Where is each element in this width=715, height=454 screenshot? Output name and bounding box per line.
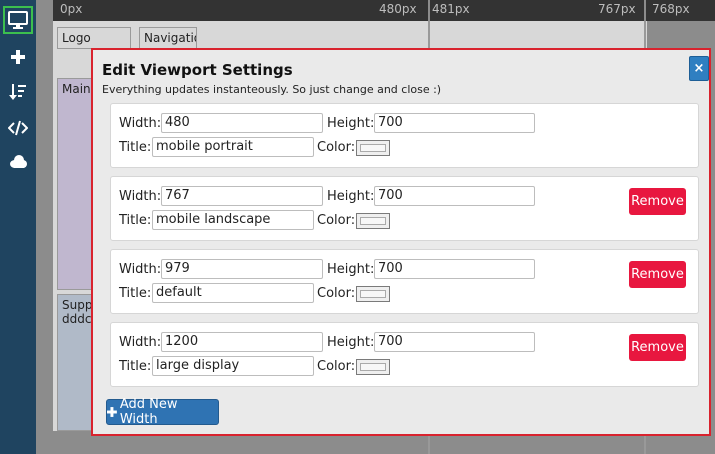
ruler-label: 0px — [60, 2, 83, 16]
title-label: Title: — [119, 140, 152, 155]
ruler-label: 480px — [379, 2, 417, 16]
ruler-segment-3: 768px — [646, 0, 715, 21]
color-label: Color: — [317, 140, 356, 155]
remove-button[interactable]: Remove — [629, 261, 686, 288]
logo-block[interactable]: Logo — [57, 27, 131, 49]
height-label: Height: — [327, 116, 375, 131]
code-icon — [8, 120, 28, 136]
plus-icon — [107, 407, 117, 417]
width-input[interactable]: 767 — [161, 186, 323, 206]
viewport-settings-button[interactable] — [3, 6, 33, 34]
viewport-card: Width: 480 Height: 700 Title: mobile por… — [110, 103, 699, 168]
remove-button[interactable]: Remove — [629, 334, 686, 361]
title-input[interactable]: default — [152, 283, 314, 303]
height-label: Height: — [327, 262, 375, 277]
sort-button[interactable] — [3, 78, 33, 106]
add-button[interactable] — [3, 43, 33, 71]
add-new-width-button[interactable]: Add New Width — [106, 397, 219, 427]
title-input[interactable]: mobile portrait — [152, 137, 314, 157]
height-input[interactable]: 700 — [374, 332, 535, 352]
ruler-label: 768px — [652, 2, 690, 16]
support-text: dddc — [62, 312, 92, 326]
close-button[interactable]: × — [689, 56, 709, 81]
color-label: Color: — [317, 286, 356, 301]
height-input[interactable]: 700 — [374, 259, 535, 279]
viewport-settings-dialog: Edit Viewport Settings Everything update… — [91, 48, 711, 436]
width-label: Width: — [119, 189, 162, 204]
ruler-label: 481px — [432, 2, 470, 16]
title-label: Title: — [119, 359, 152, 374]
monitor-icon — [8, 11, 28, 29]
height-label: Height: — [327, 335, 375, 350]
ruler-label: 767px — [598, 2, 636, 16]
width-label: Width: — [119, 335, 162, 350]
cloud-button[interactable] — [3, 148, 33, 176]
sort-icon — [9, 84, 26, 100]
height-input[interactable]: 700 — [374, 186, 535, 206]
width-input[interactable]: 480 — [161, 113, 323, 133]
color-picker[interactable] — [356, 213, 390, 229]
cloud-icon — [10, 155, 27, 168]
viewport-card: Width: 1200 Height: 700 Title: large dis… — [110, 322, 699, 387]
width-label: Width: — [119, 262, 162, 277]
title-input[interactable]: large display — [152, 356, 314, 376]
left-toolbar — [0, 0, 36, 454]
viewport-card: Width: 979 Height: 700 Title: default Co… — [110, 249, 699, 314]
add-new-width-label: Add New Width — [119, 397, 178, 427]
color-picker[interactable] — [356, 140, 390, 156]
height-label: Height: — [327, 189, 375, 204]
color-label: Color: — [317, 359, 356, 374]
support-text: Supp — [62, 298, 93, 312]
title-label: Title: — [119, 213, 152, 228]
title-label: Title: — [119, 286, 152, 301]
dialog-title: Edit Viewport Settings — [102, 61, 293, 79]
ruler-segment-2: 481px 767px — [430, 0, 644, 21]
code-button[interactable] — [3, 114, 33, 142]
navigation-block[interactable]: Navigation — [139, 27, 197, 49]
dialog-subtitle: Everything updates instanteously. So jus… — [102, 83, 442, 96]
width-label: Width: — [119, 116, 162, 131]
title-input[interactable]: mobile landscape — [152, 210, 314, 230]
plus-icon — [11, 50, 25, 64]
color-label: Color: — [317, 213, 356, 228]
remove-button[interactable]: Remove — [629, 188, 686, 215]
width-input[interactable]: 979 — [161, 259, 323, 279]
color-picker[interactable] — [356, 359, 390, 375]
width-input[interactable]: 1200 — [161, 332, 323, 352]
height-input[interactable]: 700 — [374, 113, 535, 133]
color-picker[interactable] — [356, 286, 390, 302]
ruler-segment-1: 0px 480px — [53, 0, 428, 21]
viewport-card: Width: 767 Height: 700 Title: mobile lan… — [110, 176, 699, 241]
